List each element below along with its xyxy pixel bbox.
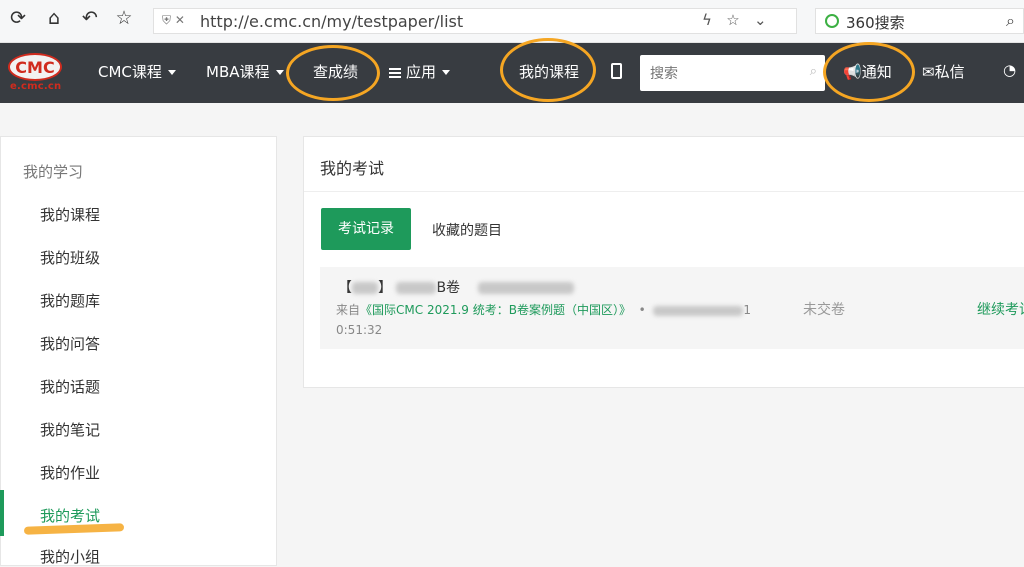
bracket-open: 【: [338, 280, 352, 296]
redacted-text: [396, 282, 437, 294]
mobile-phone-icon[interactable]: [611, 63, 622, 79]
sidebar-item-my-courses[interactable]: 我的课程: [40, 204, 100, 225]
redacted-text: [352, 282, 378, 294]
search-icon[interactable]: ⌕: [810, 64, 817, 79]
menu-icon: [389, 67, 401, 78]
exam-status: 未交卷: [803, 302, 845, 318]
browser-search-box[interactable]: 360搜索 ⌕: [815, 8, 1024, 34]
sidebar-active-indicator: [0, 490, 4, 536]
360-logo-icon: [825, 14, 839, 28]
star-icon[interactable]: ☆: [112, 6, 136, 30]
home-icon[interactable]: ⌂: [42, 6, 66, 30]
sidebar-item-my-groups[interactable]: 我的小组: [40, 546, 100, 567]
highlight-circle-notifications: [823, 42, 915, 102]
separator-dot: •: [638, 303, 646, 317]
browser-toolbar: ⟳ ⌂ ↶ ☆ ⛨ ✕ http://e.cmc.cn/my/testpaper…: [0, 0, 1024, 43]
favorite-star-icon[interactable]: ☆: [726, 11, 739, 29]
lightning-icon[interactable]: ϟ: [702, 11, 712, 29]
source-prefix: 来自: [336, 303, 361, 317]
sidebar-item-my-qa[interactable]: 我的问答: [40, 333, 100, 354]
address-url[interactable]: http://e.cmc.cn/my/testpaper/list: [200, 12, 463, 31]
nav-cmc-courses[interactable]: CMC课程: [98, 61, 176, 82]
envelope-icon: ✉: [922, 63, 935, 81]
sidebar-item-my-notes[interactable]: 我的笔记: [40, 419, 100, 440]
tab-exam-records[interactable]: 考试记录: [321, 208, 411, 250]
sidebar-item-my-topics[interactable]: 我的话题: [40, 376, 100, 397]
exam-record-title[interactable]: 【 】 B卷: [338, 277, 574, 297]
caret-down-icon: [275, 70, 284, 75]
address-bar[interactable]: ⛨ ✕ http://e.cmc.cn/my/testpaper/list ϟ …: [153, 8, 797, 34]
nav-mba-courses[interactable]: MBA课程: [206, 61, 284, 82]
chevron-down-icon[interactable]: ⌄: [754, 11, 767, 29]
sidebar-item-my-exams[interactable]: 我的考试: [40, 505, 100, 526]
tab-favorite-questions[interactable]: 收藏的题目: [432, 220, 502, 240]
highlight-circle-my-courses: [500, 38, 596, 102]
panel-divider: [304, 191, 1024, 192]
sidebar-item-my-classes[interactable]: 我的班级: [40, 247, 100, 268]
logo-domain: e.cmc.cn: [10, 81, 62, 92]
nav-mba-courses-label: MBA课程: [206, 63, 270, 81]
bracket-close: 】: [378, 280, 392, 296]
sidebar-heading: 我的学习: [23, 163, 84, 181]
caret-down-icon: [167, 70, 176, 75]
exam-record-time: 0:51:32: [336, 323, 383, 337]
logo-mark: CMC: [8, 53, 62, 81]
nav-apps-label: 应用: [406, 63, 437, 81]
refresh-icon[interactable]: ⟳: [6, 6, 30, 30]
redacted-text: [477, 282, 574, 294]
exam-record-source: 来自《国际CMC 2021.9 统考：B卷案例题（中国区）》 • 1: [336, 301, 751, 318]
exam-source-link[interactable]: 《国际CMC 2021.9 统考：B卷案例题（中国区）》: [360, 303, 631, 317]
site-logo[interactable]: CMC e.cmc.cn: [8, 53, 64, 93]
continue-exam-link[interactable]: 继续考试: [977, 299, 1024, 319]
paper-suffix: B卷: [436, 280, 461, 296]
search-icon[interactable]: ⌕: [1006, 11, 1015, 31]
site-search-input[interactable]: [648, 63, 802, 85]
nav-cmc-courses-label: CMC课程: [98, 63, 162, 81]
date-tail: 1: [743, 303, 751, 317]
highlight-circle-scores: [286, 45, 380, 101]
page-title: 我的考试: [320, 159, 385, 178]
sidebar-item-my-homework[interactable]: 我的作业: [40, 462, 100, 483]
site-search[interactable]: ⌕: [640, 55, 825, 91]
sidebar-item-my-question-bank[interactable]: 我的题库: [40, 290, 100, 311]
exam-panel: 我的考试 考试记录 收藏的题目 【 】 B卷 来自《国际CMC 2021.9 统考…: [303, 136, 1024, 388]
nav-messages-label: 私信: [934, 63, 965, 81]
security-lock-icon[interactable]: ⛨ ✕: [162, 13, 188, 31]
undo-icon[interactable]: ↶: [78, 6, 102, 30]
caret-down-icon: [442, 70, 451, 75]
nav-messages[interactable]: ✉私信: [922, 61, 965, 82]
browser-search-label[interactable]: 360搜索: [846, 12, 905, 33]
address-actions: ϟ ☆ ⌄: [702, 11, 782, 33]
exam-record-row: 【 】 B卷 来自《国际CMC 2021.9 统考：B卷案例题（中国区）》 • 1…: [320, 267, 1024, 349]
user-avatar-icon[interactable]: ◔: [1003, 61, 1016, 79]
redacted-date: [653, 305, 744, 316]
nav-apps[interactable]: 应用: [389, 61, 451, 82]
